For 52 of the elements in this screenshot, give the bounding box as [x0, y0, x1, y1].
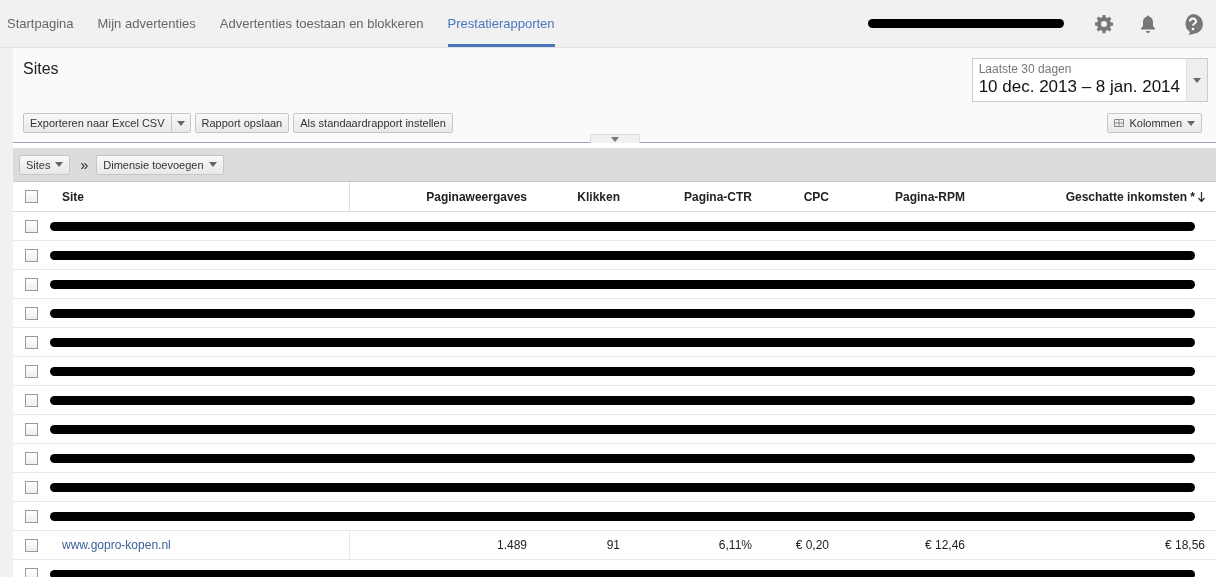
row-checkbox[interactable] [25, 277, 38, 291]
nav-tab[interactable]: Mijn advertenties [97, 0, 196, 47]
nav-tab[interactable]: Advertenties toestaan en blokkeren [219, 0, 424, 47]
column-header[interactable]: Site [62, 189, 84, 204]
site-link[interactable]: www.gopro-kopen.nl [62, 538, 171, 552]
table-cell: 91 [606, 538, 620, 552]
table-cell: 6,11% [718, 538, 752, 552]
row-checkbox[interactable] [25, 480, 38, 494]
set-default-button[interactable]: Als standaardrapport instellen [293, 113, 453, 133]
row-checkbox[interactable] [25, 393, 38, 407]
table-cell: € 12,46 [924, 538, 965, 552]
caret-icon [208, 162, 217, 167]
row-checkbox[interactable] [25, 335, 38, 349]
row-checkbox[interactable] [25, 219, 38, 233]
caret-icon [611, 136, 619, 142]
column-header[interactable]: Geschatte inkomsten * [1065, 189, 1195, 204]
collapse-handle[interactable] [590, 134, 640, 143]
row-checkbox[interactable] [25, 509, 38, 523]
export-menu-button[interactable] [171, 113, 191, 133]
columns-button[interactable]: Kolommen [1107, 113, 1202, 133]
settings-icon[interactable] [1094, 13, 1114, 34]
add-dimension-dropdown[interactable]: Dimensie toevoegen [96, 154, 224, 175]
table-cell: 1.489 [496, 538, 527, 552]
table-cell: € 18,56 [1164, 538, 1205, 552]
column-header[interactable]: Pagina-RPM [895, 189, 965, 204]
caret-icon [1187, 120, 1195, 126]
export-button[interactable]: Exporteren naar Excel CSV [23, 113, 172, 133]
column-header[interactable]: Paginaweergaves [426, 189, 527, 204]
row-checkbox[interactable] [25, 306, 38, 320]
row-checkbox[interactable] [25, 422, 38, 436]
breadcrumb-separator: » [80, 156, 89, 173]
column-header[interactable]: CPC [803, 189, 829, 204]
nav-tab[interactable]: Startpagina [7, 0, 74, 47]
column-header[interactable]: Pagina-CTR [684, 189, 752, 204]
notification-bell-icon[interactable] [1138, 13, 1158, 34]
report-title: Sites [23, 60, 59, 79]
dimension-dropdown[interactable]: Sites [19, 154, 71, 175]
row-checkbox[interactable] [25, 567, 38, 577]
row-checkbox[interactable] [25, 248, 38, 262]
row-checkbox[interactable] [25, 364, 38, 378]
caret-icon [1193, 77, 1201, 83]
row-checkbox[interactable] [25, 451, 38, 465]
select-all-checkbox[interactable] [25, 190, 38, 203]
caret-icon [176, 120, 185, 126]
sort-descending-icon [1198, 191, 1205, 202]
caret-icon [55, 162, 64, 167]
grid-icon [1114, 119, 1125, 127]
save-report-button[interactable]: Rapport opslaan [194, 113, 290, 133]
row-checkbox[interactable] [25, 538, 38, 552]
table-cell: € 0,20 [795, 538, 829, 552]
column-header[interactable]: Klikken [577, 189, 620, 204]
date-range-picker[interactable]: Laatste 30 dagen 10 dec. 2013 – 8 jan. 2014 [971, 58, 1208, 102]
